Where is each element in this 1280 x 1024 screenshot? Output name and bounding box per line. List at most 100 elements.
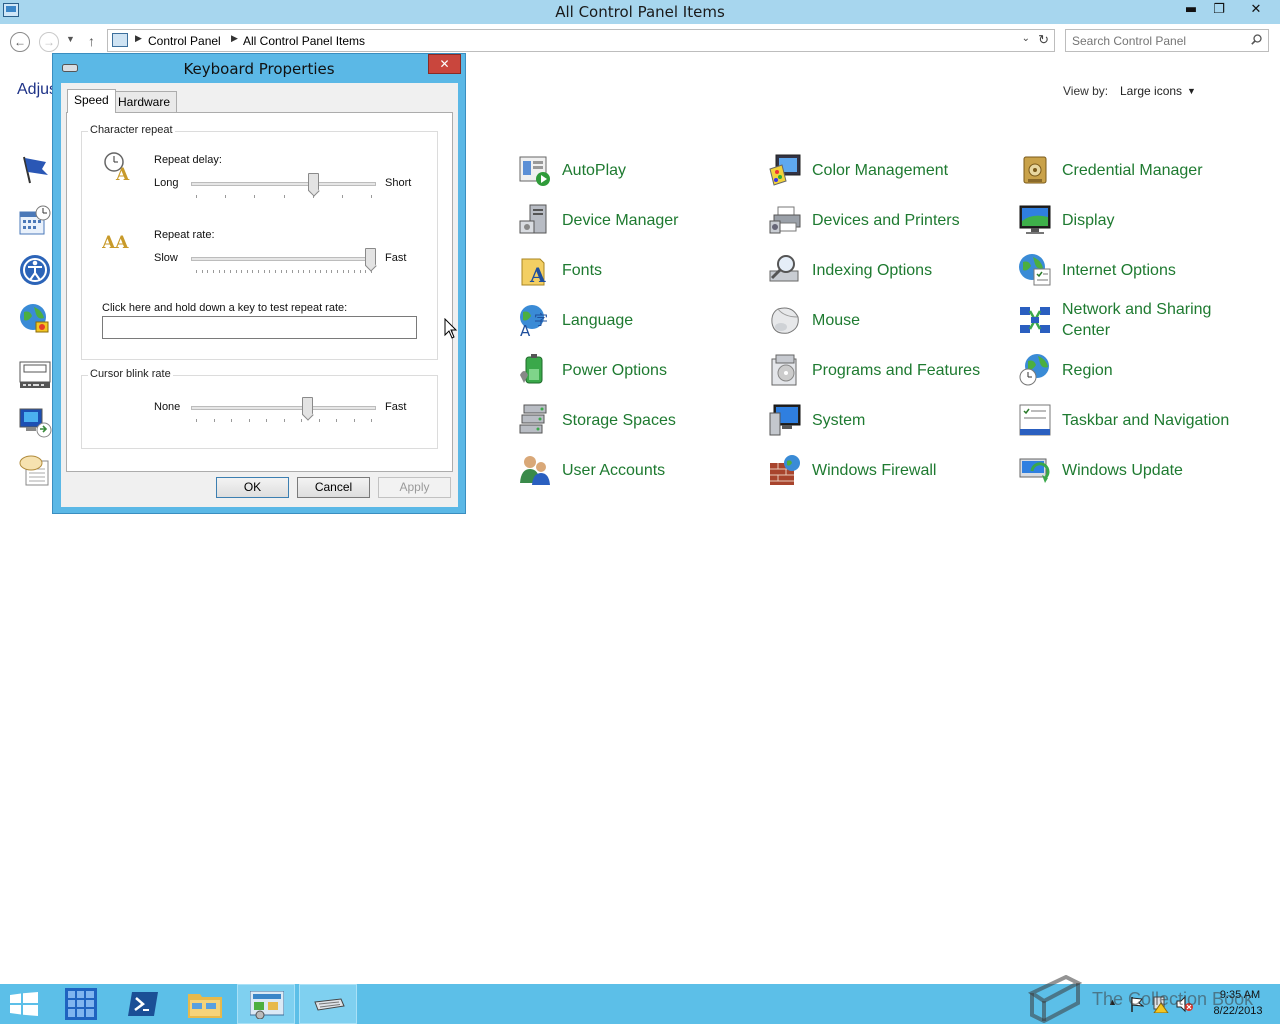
- mouse-pointer-icon: [444, 318, 458, 339]
- action-center-icon[interactable]: [18, 153, 52, 187]
- cp-item-display[interactable]: Display: [1018, 200, 1258, 240]
- tab-hardware[interactable]: Hardware: [111, 91, 178, 112]
- cp-item-windows-firewall[interactable]: Windows Firewall: [768, 450, 1008, 490]
- window-title: All Control Panel Items: [555, 3, 725, 21]
- slider-tick: [342, 195, 343, 198]
- slider-thumb[interactable]: [365, 248, 376, 266]
- search-box[interactable]: [1065, 29, 1269, 52]
- cp-item-region[interactable]: Region: [1018, 350, 1258, 390]
- taskbar-control-panel[interactable]: [237, 984, 295, 1024]
- address-bar[interactable]: ▶ Control Panel ▶ All Control Panel Item…: [107, 29, 1055, 52]
- repeat-delay-slider[interactable]: [191, 173, 376, 199]
- recent-locations-button[interactable]: ▼: [66, 34, 75, 44]
- ease-of-access-icon[interactable]: [18, 253, 52, 287]
- back-button[interactable]: ←: [10, 32, 30, 52]
- cp-item-mouse[interactable]: Mouse: [768, 300, 1008, 340]
- cp-item-system[interactable]: System: [768, 400, 1008, 440]
- apply-button[interactable]: Apply: [378, 477, 451, 498]
- cp-item-taskbar-and-navigation[interactable]: Taskbar and Navigation: [1018, 400, 1258, 440]
- refresh-icon[interactable]: ↻: [1038, 32, 1049, 48]
- cp-item-label: Device Manager: [562, 211, 679, 229]
- view-by-dropdown[interactable]: Large icons: [1120, 84, 1182, 98]
- breadcrumb-control-panel[interactable]: Control Panel: [148, 34, 221, 48]
- cp-item-credential-manager[interactable]: Credential Manager: [1018, 150, 1258, 190]
- cp-item-label: User Accounts: [562, 461, 666, 479]
- mouse-icon: [771, 307, 799, 334]
- cp-item-device-manager[interactable]: Device Manager: [518, 200, 758, 240]
- taskbar-file-explorer[interactable]: [176, 984, 234, 1024]
- dialog-body: Speed Hardware Character repeat A Repeat…: [61, 83, 458, 507]
- chevron-right-icon[interactable]: ▶: [231, 33, 238, 44]
- cp-item-internet-options[interactable]: Internet Options: [1018, 250, 1258, 290]
- slider-tick: [224, 270, 225, 273]
- slider-thumb[interactable]: [308, 173, 319, 191]
- taskbar-server-manager[interactable]: [52, 984, 110, 1024]
- repeat-rate-slider[interactable]: [191, 248, 376, 274]
- cp-item-language[interactable]: A字 Language: [518, 300, 758, 340]
- cp-item-autoplay[interactable]: AutoPlay: [518, 150, 758, 190]
- cp-item-user-accounts[interactable]: User Accounts: [518, 450, 758, 490]
- keyboard-icon[interactable]: [18, 357, 52, 391]
- cp-item-label: Color Management: [812, 161, 949, 179]
- slider-tick: [196, 270, 197, 273]
- slider-tick: [286, 270, 287, 273]
- title-bar: All Control Panel Items ▬ ❐ ✕: [0, 0, 1280, 24]
- slider-ticks: [196, 270, 372, 274]
- date-time-icon[interactable]: [18, 204, 52, 238]
- cancel-button[interactable]: Cancel: [297, 477, 370, 498]
- remoteapp-icon[interactable]: [18, 405, 52, 439]
- cp-item-programs-and-features[interactable]: Programs and Features: [768, 350, 1008, 390]
- minimize-button[interactable]: ▬: [1178, 0, 1204, 20]
- ok-button[interactable]: OK: [216, 477, 289, 498]
- chevron-down-icon[interactable]: ▼: [1187, 86, 1196, 96]
- cp-item-label: Credential Manager: [1062, 161, 1203, 179]
- tab-speed[interactable]: Speed: [67, 89, 116, 113]
- cp-item-windows-update[interactable]: Windows Update: [1018, 450, 1258, 490]
- taskbar-keyboard-properties[interactable]: [299, 984, 357, 1024]
- search-input[interactable]: [1072, 33, 1242, 48]
- start-button[interactable]: [0, 984, 58, 1024]
- svg-text:AA: AA: [102, 233, 129, 250]
- rate-min-label: Slow: [154, 252, 178, 264]
- control-panel-icon: [250, 991, 284, 1019]
- power-icon: [520, 354, 543, 384]
- cp-item-label: Windows Update: [1062, 461, 1183, 479]
- cp-item-fonts[interactable]: A Fonts: [518, 250, 758, 290]
- slider-tick: [331, 270, 332, 273]
- slider-tick: [343, 270, 344, 273]
- cp-item-devices-and-printers[interactable]: Devices and Printers: [768, 200, 1008, 240]
- slider-tick: [269, 270, 270, 273]
- taskbar-powershell[interactable]: [114, 984, 172, 1024]
- svg-text:字: 字: [534, 313, 548, 329]
- speech-icon[interactable]: [18, 453, 52, 487]
- forward-button[interactable]: →: [39, 32, 59, 52]
- slider-tick: [365, 270, 366, 273]
- maximize-button[interactable]: ❐: [1206, 0, 1232, 20]
- chevron-right-icon[interactable]: ▶: [135, 33, 142, 44]
- cp-item-indexing-options[interactable]: Indexing Options: [768, 250, 1008, 290]
- slider-tick: [298, 270, 299, 273]
- cp-item-network-and-sharing[interactable]: Network and Sharing Center: [1018, 290, 1258, 350]
- chevron-down-icon[interactable]: ⌄: [1022, 33, 1030, 44]
- cursor-blink-slider[interactable]: [191, 397, 376, 423]
- slider-thumb[interactable]: [302, 397, 313, 415]
- slider-tick: [315, 270, 316, 273]
- cp-item-label: AutoPlay: [562, 161, 627, 179]
- cp-item-storage-spaces[interactable]: Storage Spaces: [518, 400, 758, 440]
- breadcrumb-all-items[interactable]: All Control Panel Items: [243, 34, 365, 48]
- cp-item-power-options[interactable]: Power Options: [518, 350, 758, 390]
- slider-tick: [241, 270, 242, 273]
- control-panel-icon: [112, 33, 128, 47]
- up-button[interactable]: ↑: [88, 33, 95, 49]
- dialog-close-button[interactable]: ✕: [428, 54, 461, 74]
- close-button[interactable]: ✕: [1234, 0, 1278, 20]
- slider-tick: [371, 195, 372, 198]
- test-repeat-input[interactable]: [102, 316, 417, 339]
- cp-item-color-management[interactable]: Color Management: [768, 150, 1008, 190]
- internet-options-icon[interactable]: [18, 302, 52, 336]
- slider-tick: [337, 270, 338, 273]
- search-icon[interactable]: [1251, 34, 1262, 45]
- slider-tick: [196, 419, 197, 422]
- slider-tick: [281, 270, 282, 273]
- watermark-text: The Collection Book: [1092, 989, 1254, 1009]
